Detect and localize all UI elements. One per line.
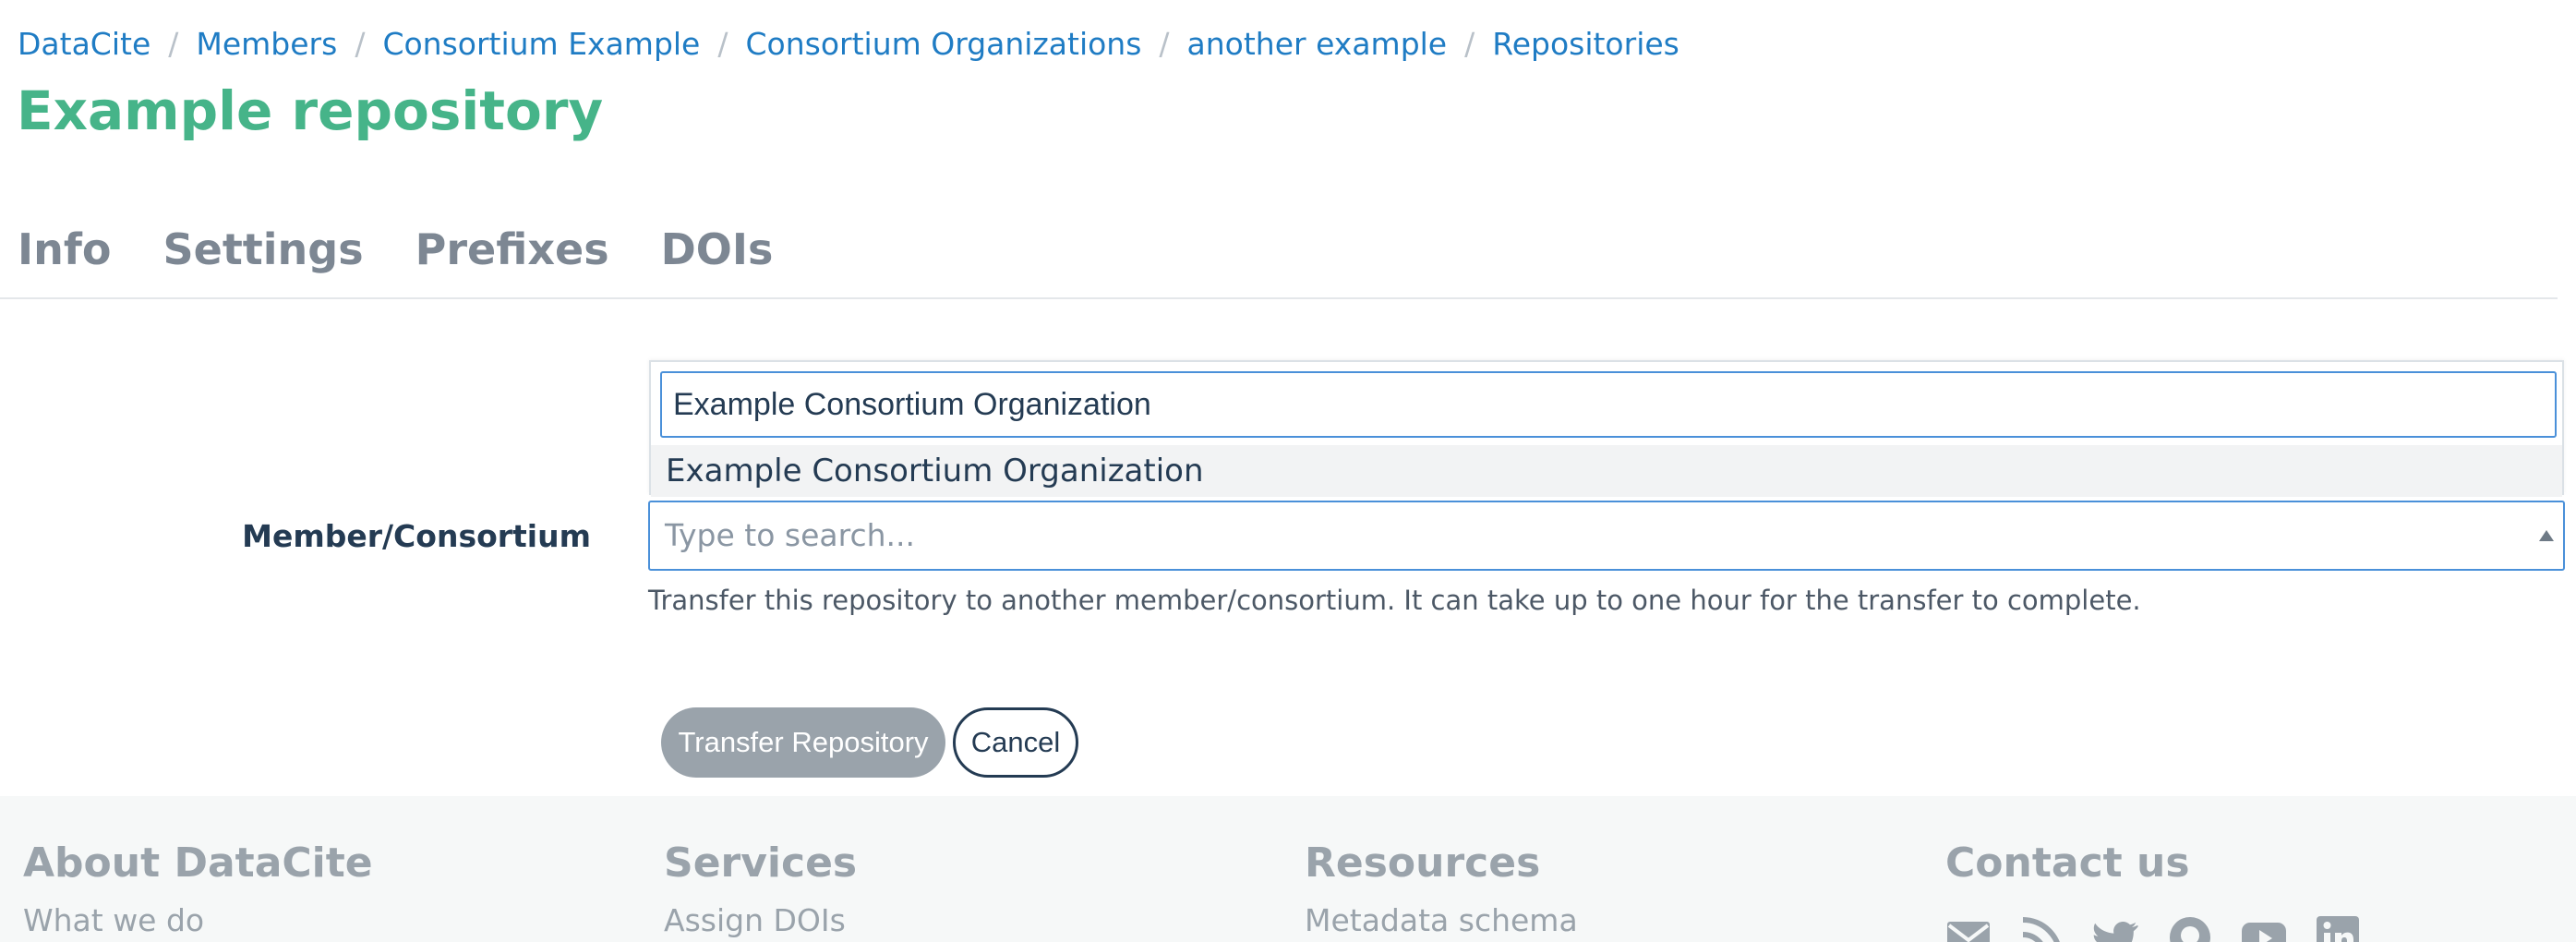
breadcrumb-consortium-example[interactable]: Consortium Example xyxy=(382,20,700,68)
email-icon[interactable] xyxy=(1945,914,1992,942)
breadcrumb-consortium-organizations[interactable]: Consortium Organizations xyxy=(745,20,1141,68)
member-consortium-label: Member/Consortium xyxy=(242,518,591,554)
linkedin-icon[interactable] xyxy=(2315,914,2361,942)
tab-settings[interactable]: Settings xyxy=(163,216,363,283)
footer-services-heading: Services xyxy=(664,839,858,887)
transfer-repository-button[interactable]: Transfer Repository xyxy=(661,707,945,778)
github-icon[interactable] xyxy=(2167,914,2213,942)
footer-resources-heading: Resources xyxy=(1305,839,1541,887)
transfer-help-text: Transfer this repository to another memb… xyxy=(648,585,2141,616)
footer-about-heading: About DataCite xyxy=(23,839,373,887)
twitter-icon[interactable] xyxy=(2093,914,2139,942)
breadcrumb-separator: / xyxy=(355,26,366,62)
rss-icon[interactable] xyxy=(2019,914,2065,942)
tab-dois[interactable]: DOIs xyxy=(661,216,774,283)
breadcrumb-datacite[interactable]: DataCite xyxy=(18,20,150,68)
member-consortium-select[interactable]: Type to search... xyxy=(648,501,2565,571)
cancel-button[interactable]: Cancel xyxy=(953,707,1078,778)
breadcrumb-repositories[interactable]: Repositories xyxy=(1492,20,1679,68)
breadcrumb-separator: / xyxy=(1159,26,1170,62)
select-placeholder: Type to search... xyxy=(665,517,915,553)
footer-assign-dois-link[interactable]: Assign DOIs xyxy=(664,898,846,942)
breadcrumb-separator: / xyxy=(717,26,728,62)
footer-what-we-do-link[interactable]: What we do xyxy=(23,898,204,942)
youtube-icon[interactable] xyxy=(2241,914,2287,942)
footer-metadata-schema-link[interactable]: Metadata schema xyxy=(1305,898,1578,942)
footer: About DataCite What we do Services Assig… xyxy=(0,796,2576,942)
social-icons xyxy=(1945,914,2389,942)
repository-transfer-page: DataCite / Members / Consortium Example … xyxy=(0,0,2576,942)
member-dropdown: Example Consortium Organization xyxy=(649,360,2564,497)
breadcrumb-members[interactable]: Members xyxy=(196,20,337,68)
caret-up-icon xyxy=(2539,530,2554,541)
breadcrumb-another-example[interactable]: another example xyxy=(1187,20,1448,68)
breadcrumb-separator: / xyxy=(168,26,179,62)
dropdown-search-input[interactable] xyxy=(660,371,2557,438)
dropdown-option[interactable]: Example Consortium Organization xyxy=(651,445,2562,497)
tab-bar: Info Settings Prefixes DOIs xyxy=(18,216,825,283)
tab-prefixes[interactable]: Prefixes xyxy=(415,216,609,283)
tab-divider xyxy=(0,297,2558,299)
footer-contact-heading: Contact us xyxy=(1945,839,2190,887)
tab-info[interactable]: Info xyxy=(18,216,111,283)
breadcrumb: DataCite / Members / Consortium Example … xyxy=(18,20,1679,68)
breadcrumb-separator: / xyxy=(1464,26,1475,62)
page-title: Example repository xyxy=(17,79,604,142)
